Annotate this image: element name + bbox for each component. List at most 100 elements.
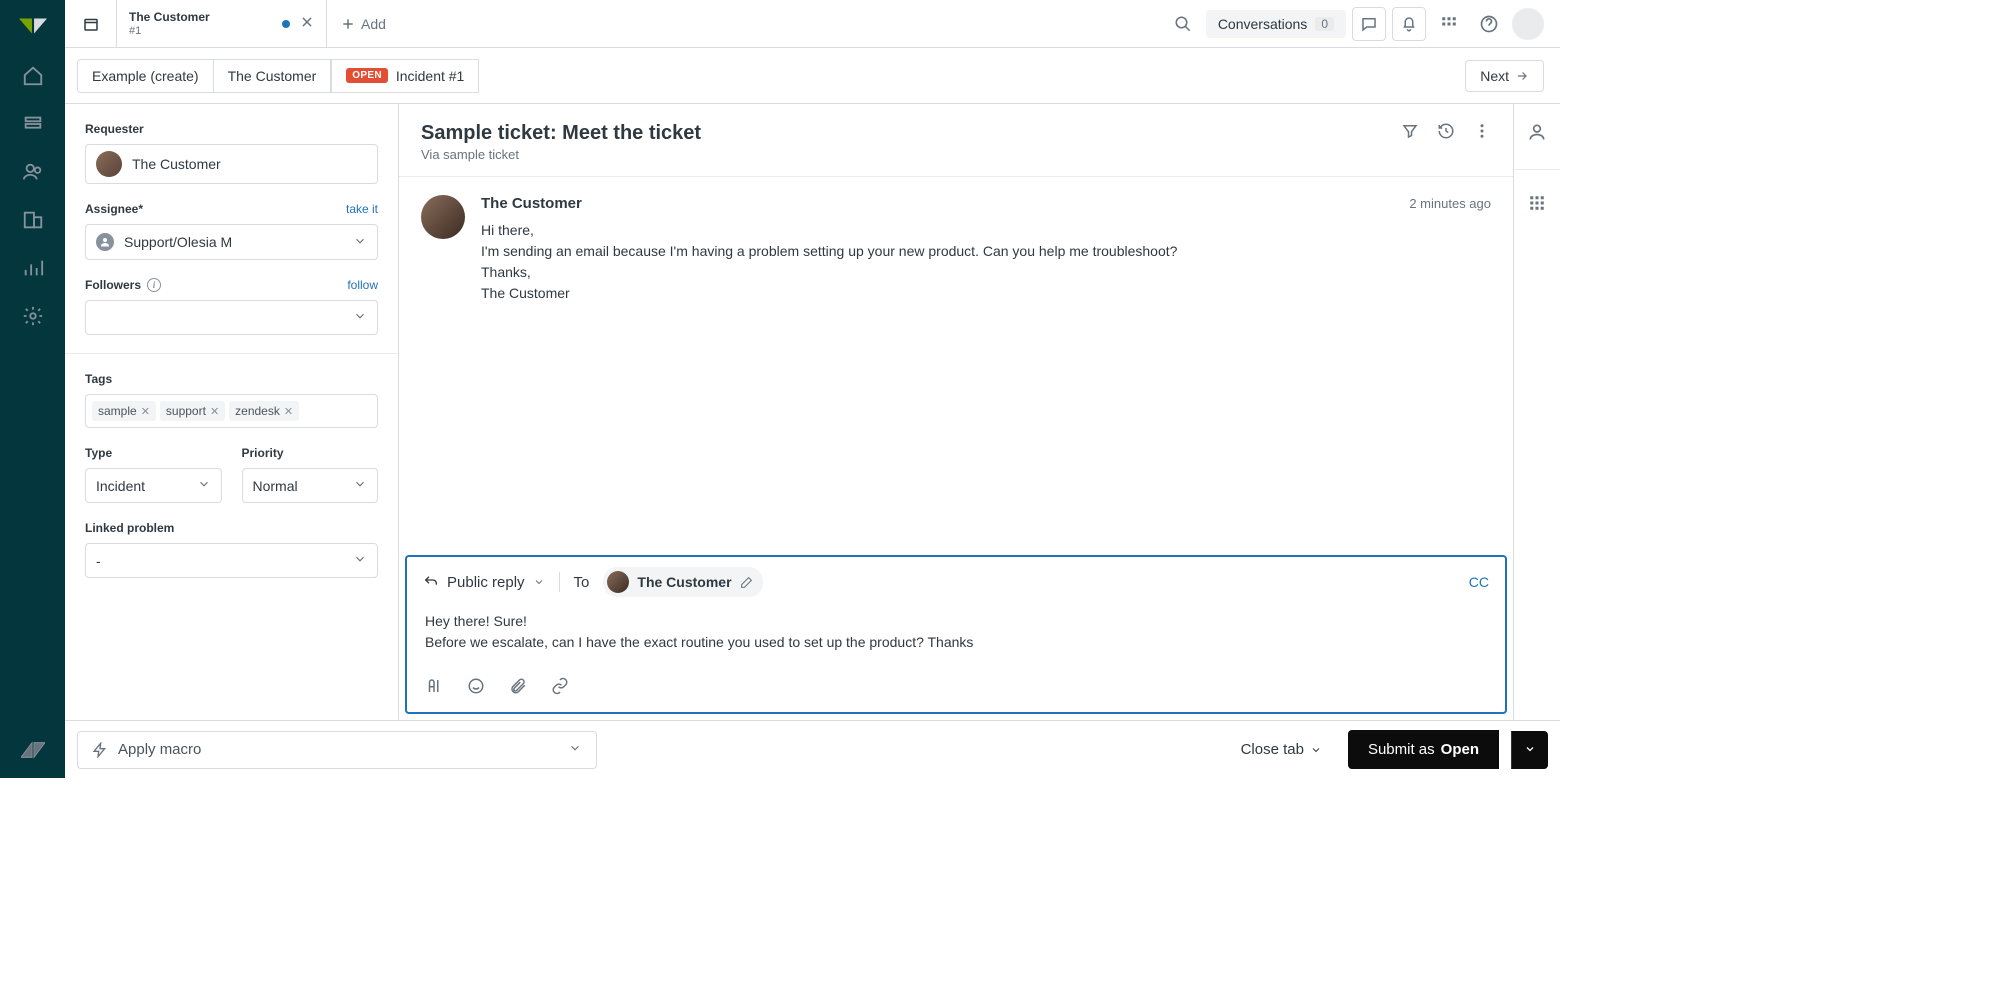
remove-tag-icon[interactable]: ✕ xyxy=(210,405,219,418)
apps-icon[interactable] xyxy=(1432,7,1466,41)
emoji-icon[interactable] xyxy=(467,677,485,698)
chevron-down-icon xyxy=(353,309,367,326)
linked-problem-select[interactable]: - xyxy=(85,543,378,578)
linked-problem-label: Linked problem xyxy=(85,521,378,535)
tab-subtitle: #1 xyxy=(129,25,210,37)
chevron-down-icon xyxy=(568,741,582,759)
close-tab-button[interactable]: Close tab xyxy=(1241,741,1322,758)
assignee-label: Assignee* take it xyxy=(85,202,378,216)
avatar-icon xyxy=(96,151,122,177)
breadcrumb-example[interactable]: Example (create) xyxy=(77,59,214,93)
chevron-down-icon xyxy=(353,477,367,494)
requester-label: Requester xyxy=(85,122,378,136)
ticket-sidebar: Requester The Customer Assignee* take it… xyxy=(65,104,399,720)
assignee-select[interactable]: Support/Olesia M xyxy=(85,224,378,260)
chevron-down-icon xyxy=(197,477,211,494)
tab-bar: The Customer #1 Add Conversations xyxy=(65,0,1560,48)
home-nav-icon[interactable] xyxy=(21,64,45,88)
attach-icon[interactable] xyxy=(509,677,527,698)
tag-text: sample xyxy=(98,404,137,418)
conversations-button[interactable]: Conversations 0 xyxy=(1206,10,1346,38)
priority-value: Normal xyxy=(253,478,298,494)
conversation-body: The Customer 2 minutes ago Hi there, I'm… xyxy=(399,177,1513,555)
views-nav-icon[interactable] xyxy=(21,112,45,136)
breadcrumb-seg-label: The Customer xyxy=(228,68,317,84)
close-tab-label: Close tab xyxy=(1241,741,1304,758)
reply-type-label: Public reply xyxy=(447,574,525,591)
message-author: The Customer xyxy=(481,195,582,212)
follow-link[interactable]: follow xyxy=(347,278,378,292)
take-it-link[interactable]: take it xyxy=(346,202,378,216)
search-icon[interactable] xyxy=(1166,7,1200,41)
submit-button[interactable]: Submit as Open xyxy=(1348,730,1499,769)
type-select[interactable]: Incident xyxy=(85,468,222,503)
history-icon[interactable] xyxy=(1437,122,1455,143)
info-icon[interactable]: i xyxy=(147,278,161,292)
conversations-count: 0 xyxy=(1315,17,1334,31)
to-recipient-chip[interactable]: The Customer xyxy=(603,567,762,597)
breadcrumb-seg-label: Incident #1 xyxy=(396,68,465,84)
requester-field[interactable]: The Customer xyxy=(85,144,378,184)
assignee-label-text: Assignee* xyxy=(85,202,143,216)
submit-dropdown[interactable] xyxy=(1511,731,1548,769)
assignee-value: Support/Olesia M xyxy=(124,234,232,250)
type-value: Incident xyxy=(96,478,145,494)
chat-icon[interactable] xyxy=(1352,7,1386,41)
cc-button[interactable]: CC xyxy=(1469,574,1489,590)
user-avatar[interactable] xyxy=(1512,8,1544,40)
reply-type-selector[interactable]: Public reply xyxy=(423,574,545,591)
macro-label: Apply macro xyxy=(118,741,201,758)
remove-tag-icon[interactable]: ✕ xyxy=(284,405,293,418)
context-rail xyxy=(1514,104,1560,720)
tag-text: zendesk xyxy=(235,404,280,418)
format-icon[interactable] xyxy=(425,677,443,698)
priority-label: Priority xyxy=(242,446,379,460)
customers-nav-icon[interactable] xyxy=(21,160,45,184)
brand-logo xyxy=(19,12,47,40)
message: The Customer 2 minutes ago Hi there, I'm… xyxy=(421,195,1491,304)
user-context-icon[interactable] xyxy=(1527,122,1547,145)
message-body: Hi there, I'm sending an email because I… xyxy=(481,220,1491,304)
followers-label-text: Followers xyxy=(85,278,141,292)
message-time: 2 minutes ago xyxy=(1409,196,1491,211)
requester-name: The Customer xyxy=(132,156,221,172)
edit-icon[interactable] xyxy=(740,576,753,589)
add-tab-label: Add xyxy=(361,16,386,32)
more-icon[interactable] xyxy=(1473,122,1491,143)
next-button[interactable]: Next xyxy=(1465,60,1544,92)
ticket-title: Sample ticket: Meet the ticket xyxy=(421,122,701,145)
zendesk-logo-icon xyxy=(21,738,45,762)
breadcrumb-customer[interactable]: The Customer xyxy=(214,59,332,93)
submit-status: Open xyxy=(1441,741,1479,758)
followers-select[interactable] xyxy=(85,300,378,335)
tags-input[interactable]: sample ✕ support✕ zendesk ✕ xyxy=(85,394,378,428)
ticket-header: Sample ticket: Meet the ticket Via sampl… xyxy=(399,104,1513,177)
status-badge: OPEN xyxy=(346,68,388,83)
remove-tag-icon[interactable]: ✕ xyxy=(141,405,150,418)
settings-nav-icon[interactable] xyxy=(21,304,45,328)
bell-icon[interactable] xyxy=(1392,7,1426,41)
chevron-down-icon xyxy=(353,234,367,251)
apps-context-icon[interactable] xyxy=(1528,194,1546,215)
link-icon[interactable] xyxy=(551,677,569,698)
ticket-via: Via sample ticket xyxy=(421,147,701,162)
filter-icon[interactable] xyxy=(1401,122,1419,143)
chevron-down-icon xyxy=(353,552,367,569)
add-tab-button[interactable]: Add xyxy=(327,0,400,47)
close-icon[interactable] xyxy=(300,15,314,32)
reply-textarea[interactable]: Hey there! Sure! Before we escalate, can… xyxy=(407,607,1505,669)
org-nav-icon[interactable] xyxy=(21,208,45,232)
tab-home-button[interactable] xyxy=(65,0,117,47)
followers-label: Followers i follow xyxy=(85,278,378,292)
priority-select[interactable]: Normal xyxy=(242,468,379,503)
breadcrumb-incident[interactable]: OPEN Incident #1 xyxy=(331,59,479,93)
avatar-icon xyxy=(421,195,465,239)
tag-chip: sample ✕ xyxy=(92,401,156,421)
tab-ticket-1[interactable]: The Customer #1 xyxy=(117,0,327,47)
person-icon xyxy=(96,233,114,251)
reports-nav-icon[interactable] xyxy=(21,256,45,280)
tag-chip: support✕ xyxy=(160,401,225,421)
help-icon[interactable] xyxy=(1472,7,1506,41)
bottom-bar: Apply macro Close tab Submit as Open xyxy=(65,720,1560,778)
apply-macro-button[interactable]: Apply macro xyxy=(77,731,597,769)
